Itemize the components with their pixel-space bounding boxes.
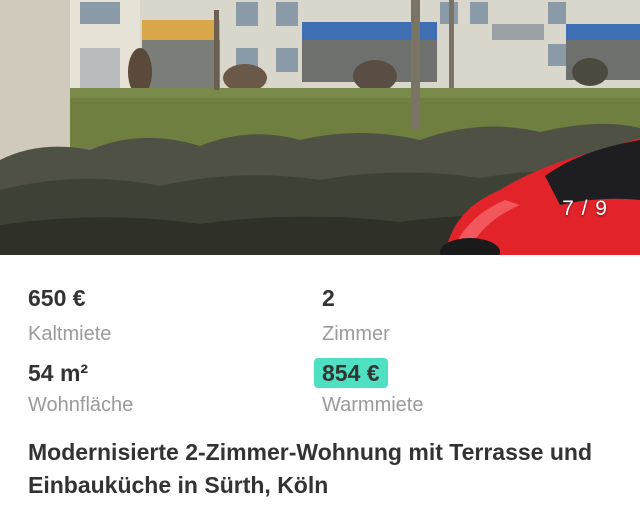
warm-rent-label: Warmmiete — [322, 394, 424, 416]
warm-rent-value: 854 € — [314, 358, 388, 388]
photo-scene — [0, 0, 640, 255]
cold-rent-fact: 650 € Kaltmiete — [28, 283, 288, 347]
rooms-label: Zimmer — [322, 323, 390, 345]
living-area-fact: 54 m² Wohnfläche — [28, 358, 288, 418]
rooms-value: 2 — [322, 285, 335, 311]
photo-counter: 7 / 9 — [562, 197, 608, 220]
cold-rent-label: Kaltmiete — [28, 323, 112, 345]
living-area-value: 54 m² — [28, 360, 89, 386]
listing-title: Modernisierte 2-Zimmer-Wohnung mit Terra… — [28, 439, 593, 498]
living-area-label: Wohnfläche — [28, 394, 134, 416]
rooms-fact: 2 Zimmer — [322, 283, 582, 347]
key-facts: 650 € Kaltmiete 2 Zimmer 54 m² Wohnfläch… — [0, 255, 640, 435]
cold-rent-value: 650 € — [28, 285, 86, 311]
listing-photo[interactable]: 7 / 9 — [0, 0, 640, 255]
warm-rent-fact: 854 € Warmmiete — [314, 358, 582, 418]
